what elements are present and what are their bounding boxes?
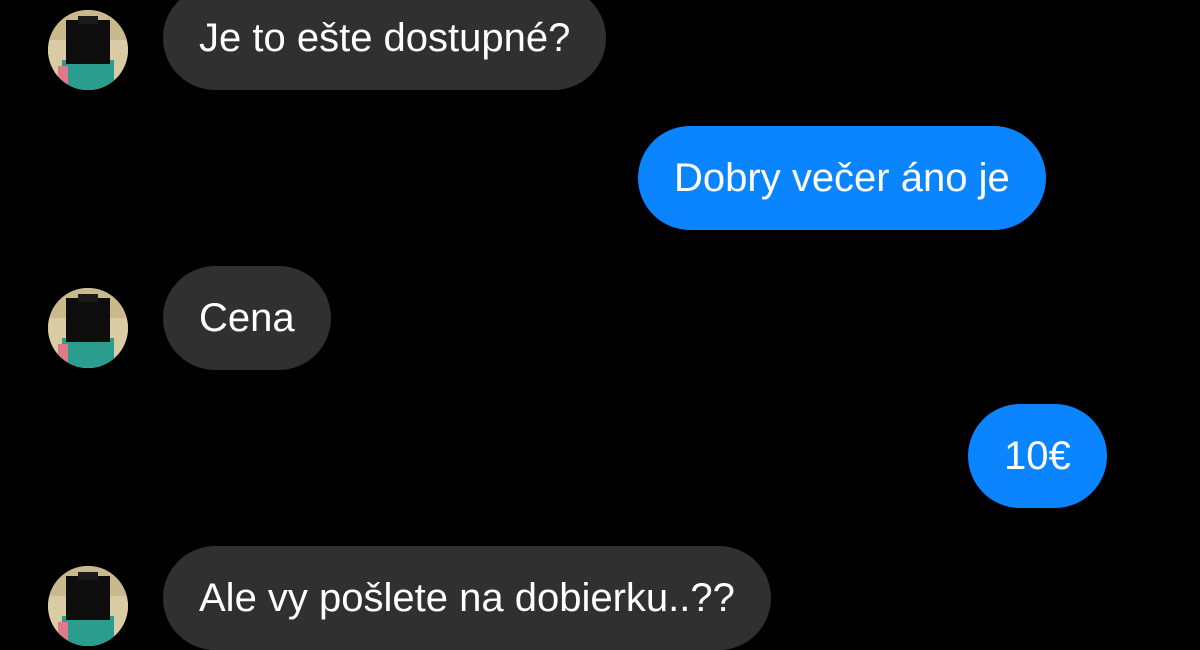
outgoing-message-bubble[interactable]: 10€ [968,404,1107,508]
contact-avatar-icon[interactable] [48,566,128,646]
outgoing-message-bubble[interactable]: Dobry večer áno je [638,126,1046,230]
contact-avatar-icon[interactable] [48,288,128,368]
incoming-message-bubble[interactable]: Cena [163,266,331,370]
message-thread: Je to ešte dostupné? Dobry večer áno je … [0,0,1200,650]
contact-avatar-icon[interactable] [48,10,128,90]
incoming-message-bubble[interactable]: Je to ešte dostupné? [163,0,607,90]
incoming-message-bubble[interactable]: Ale vy pošlete na dobierku..?? [163,546,771,650]
